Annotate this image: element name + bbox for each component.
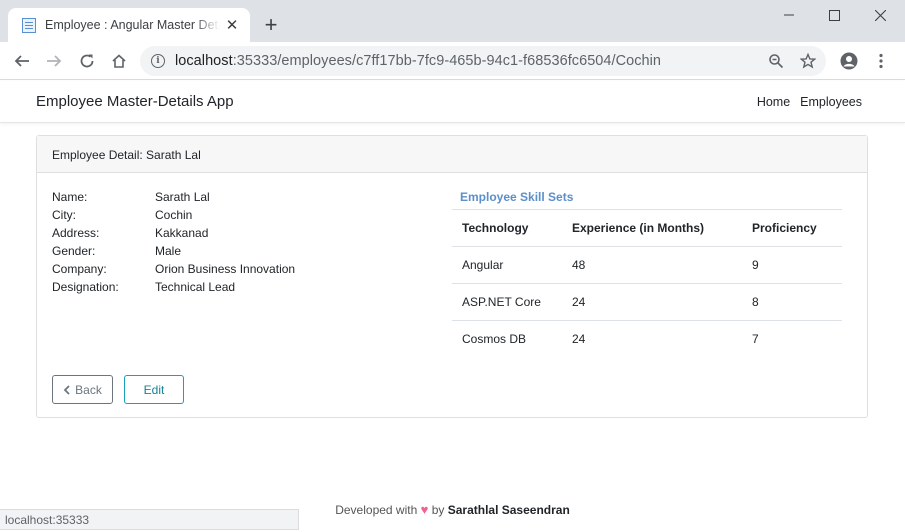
- footer-by: by: [431, 503, 445, 517]
- browser-toolbar: i localhost:35333/employees/c7ff17bb-7fc…: [0, 42, 905, 80]
- address-bar[interactable]: i localhost:35333/employees/c7ff17bb-7fc…: [140, 46, 826, 76]
- detail-label: Address:: [52, 226, 100, 240]
- detail-label: Name:: [52, 190, 88, 204]
- card-header: Employee Detail: Sarath Lal: [37, 136, 867, 173]
- chevron-left-icon: [63, 384, 70, 395]
- close-window-icon[interactable]: [857, 4, 903, 26]
- detail-value: Male: [155, 244, 182, 258]
- back-arrow-icon[interactable]: [10, 49, 34, 73]
- table-row: Cosmos DB 24 7: [452, 320, 842, 358]
- back-button-label: Back: [75, 382, 102, 397]
- maximize-window-icon[interactable]: [811, 4, 857, 26]
- detail-row-address: Address: Kakkanad: [52, 226, 295, 244]
- minimize-window-icon[interactable]: [766, 4, 812, 26]
- table-row: Angular 48 9: [452, 246, 842, 284]
- app-brand[interactable]: Employee Master-Details App: [36, 93, 234, 110]
- back-button[interactable]: Back: [52, 375, 113, 404]
- detail-value: Technical Lead: [155, 280, 236, 294]
- close-tab-icon[interactable]: ✕: [224, 17, 240, 34]
- nav-links: Home Employees: [757, 95, 862, 109]
- employee-detail-card: Employee Detail: Sarath Lal Name: Sarath…: [36, 135, 868, 418]
- skill-technology: Angular: [452, 246, 562, 284]
- detail-label: Company:: [52, 262, 107, 276]
- detail-value: Cochin: [155, 208, 193, 222]
- skill-experience: 24: [562, 283, 742, 321]
- url-text: localhost:35333/employees/c7ff17bb-7fc9-…: [175, 53, 662, 69]
- column-header-proficiency: Proficiency: [742, 209, 842, 247]
- employee-details-list: Name: Sarath Lal City: Cochin Address: K…: [52, 190, 295, 298]
- profile-avatar-icon[interactable]: [837, 49, 861, 73]
- column-header-experience: Experience (in Months): [562, 209, 742, 247]
- edit-button[interactable]: Edit: [124, 375, 184, 404]
- detail-value: Kakkanad: [155, 226, 209, 240]
- detail-value: Orion Business Innovation: [155, 262, 296, 276]
- edit-button-label: Edit: [143, 382, 165, 397]
- detail-row-name: Name: Sarath Lal: [52, 190, 295, 208]
- link-status-bubble: localhost:35333: [0, 509, 299, 530]
- skill-proficiency: 9: [742, 246, 842, 284]
- forward-arrow-icon[interactable]: [42, 49, 66, 73]
- bookmark-star-icon[interactable]: [799, 52, 817, 70]
- browser-tab-strip: Employee : Angular Master Details ✕ +: [0, 0, 905, 42]
- browser-tab[interactable]: Employee : Angular Master Details ✕: [8, 8, 250, 42]
- nav-employees-link[interactable]: Employees: [800, 95, 862, 109]
- skill-technology: ASP.NET Core: [452, 283, 562, 321]
- skills-title: Employee Skill Sets: [460, 190, 574, 204]
- tab-title: Employee : Angular Master Details: [45, 18, 220, 32]
- detail-row-city: City: Cochin: [52, 208, 295, 226]
- heart-icon: ♥: [420, 502, 429, 517]
- column-header-technology: Technology: [452, 209, 562, 247]
- skills-header-row: Technology Experience (in Months) Profic…: [452, 209, 842, 247]
- browser-menu-icon[interactable]: [869, 49, 893, 73]
- detail-label: Gender:: [52, 244, 96, 258]
- detail-row-gender: Gender: Male: [52, 244, 295, 262]
- nav-home-link[interactable]: Home: [757, 95, 790, 109]
- app-navbar: Employee Master-Details App Home Employe…: [0, 81, 905, 123]
- footer-author: Sarathlal Saseendran: [447, 503, 570, 517]
- skill-proficiency: 8: [742, 283, 842, 321]
- skill-proficiency: 7: [742, 320, 842, 358]
- zoom-icon[interactable]: [767, 52, 785, 70]
- new-tab-button[interactable]: +: [259, 14, 283, 38]
- detail-row-designation: Designation: Technical Lead: [52, 280, 295, 298]
- detail-row-company: Company: Orion Business Innovation: [52, 262, 295, 280]
- footer-prefix: Developed with: [335, 503, 418, 517]
- skill-experience: 24: [562, 320, 742, 358]
- detail-value: Sarath Lal: [155, 190, 210, 204]
- skills-table: Technology Experience (in Months) Profic…: [452, 209, 842, 358]
- site-info-icon[interactable]: i: [151, 54, 165, 68]
- page-favicon-icon: [22, 17, 36, 33]
- detail-label: City:: [52, 208, 76, 222]
- detail-label: Designation:: [52, 280, 119, 294]
- skill-technology: Cosmos DB: [452, 320, 562, 358]
- home-icon[interactable]: [107, 49, 131, 73]
- reload-icon[interactable]: [75, 49, 99, 73]
- skill-experience: 48: [562, 246, 742, 284]
- table-row: ASP.NET Core 24 8: [452, 283, 842, 321]
